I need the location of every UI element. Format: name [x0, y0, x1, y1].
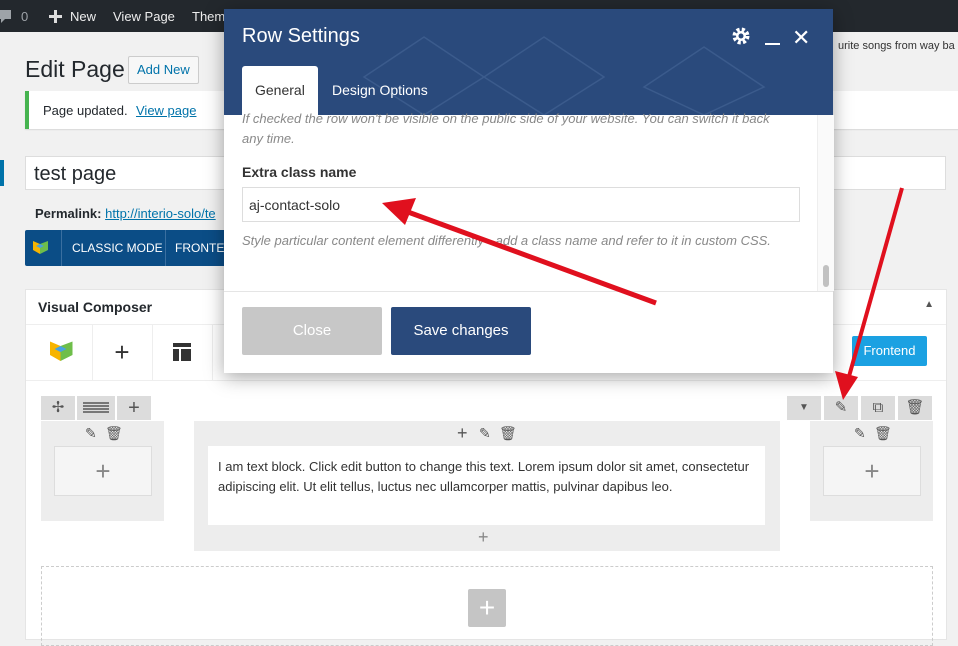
arrow-head-row-edit: [835, 371, 858, 400]
arrow-to-row-edit: [846, 187, 904, 381]
arrow-to-class-field: [407, 209, 657, 306]
annotation-arrows: [382, 187, 904, 400]
